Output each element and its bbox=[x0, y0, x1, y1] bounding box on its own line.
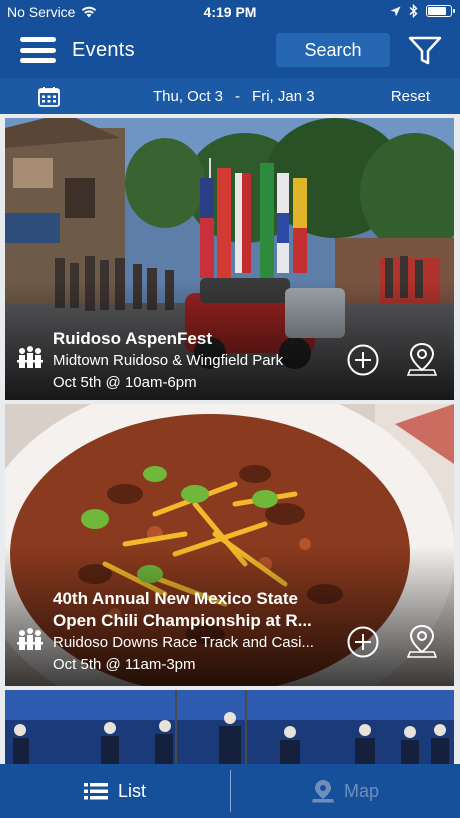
list-icon bbox=[83, 783, 108, 800]
search-button[interactable]: Search bbox=[276, 33, 390, 67]
filter-funnel-icon[interactable] bbox=[408, 36, 442, 66]
event-title[interactable]: 40th Annual New Mexico State bbox=[53, 588, 324, 610]
tab-map[interactable]: Map bbox=[231, 764, 460, 818]
tab-list[interactable]: List bbox=[0, 764, 230, 818]
hamburger-menu-icon[interactable] bbox=[20, 34, 56, 66]
crowd-icon bbox=[17, 346, 43, 368]
status-right bbox=[390, 4, 455, 18]
event-image-concert bbox=[5, 690, 454, 764]
event-title[interactable]: Ruidoso AspenFest bbox=[53, 328, 334, 350]
status-bar: No Service 4:19 PM bbox=[0, 0, 460, 24]
event-card[interactable]: 40th Annual New Mexico State Open Chili … bbox=[5, 404, 454, 686]
date-filter-bar: Thu, Oct 3- Fri, Jan 3 Reset bbox=[0, 78, 460, 114]
date-separator: - bbox=[235, 88, 241, 105]
event-info: 40th Annual New Mexico State Open Chili … bbox=[53, 588, 324, 676]
end-date[interactable]: Fri, Jan 3 bbox=[252, 88, 315, 105]
page-title: Events bbox=[72, 39, 135, 61]
crowd-icon bbox=[17, 628, 43, 650]
tab-list-label: List bbox=[117, 780, 146, 801]
bluetooth-icon bbox=[409, 4, 418, 18]
calendar-icon[interactable] bbox=[38, 86, 60, 107]
event-title-line2[interactable]: Open Chili Championship at R... bbox=[53, 610, 324, 632]
tab-map-label: Map bbox=[343, 780, 379, 801]
event-time: Oct 5th @ 10am-6pm bbox=[53, 374, 197, 391]
battery-icon bbox=[426, 5, 455, 17]
map-pin-icon[interactable] bbox=[407, 342, 437, 376]
reset-button[interactable]: Reset bbox=[391, 88, 430, 105]
start-date[interactable]: Thu, Oct 3 bbox=[153, 88, 223, 105]
add-event-button[interactable] bbox=[347, 626, 379, 658]
event-venue: Midtown Ruidoso & Wingfield Park bbox=[53, 352, 284, 369]
event-time: Oct 5th @ 11am-3pm bbox=[53, 656, 196, 673]
event-info: Ruidoso AspenFest Midtown Ruidoso & Wing… bbox=[53, 328, 334, 394]
add-event-button[interactable] bbox=[347, 344, 379, 376]
map-marker-icon bbox=[311, 780, 334, 803]
nav-bar: Events Search bbox=[0, 24, 460, 78]
bottom-tab-bar: List Map bbox=[0, 764, 460, 818]
events-feed[interactable]: Ruidoso AspenFest Midtown Ruidoso & Wing… bbox=[0, 114, 460, 764]
map-pin-icon[interactable] bbox=[407, 624, 437, 658]
date-range[interactable]: Thu, Oct 3- Fri, Jan 3 bbox=[153, 88, 315, 105]
event-venue: Ruidoso Downs Race Track and Casi... bbox=[53, 634, 314, 651]
event-card[interactable] bbox=[5, 690, 454, 764]
battery-fill bbox=[428, 7, 447, 15]
location-arrow-icon bbox=[390, 6, 401, 16]
event-card[interactable]: Ruidoso AspenFest Midtown Ruidoso & Wing… bbox=[5, 118, 454, 400]
